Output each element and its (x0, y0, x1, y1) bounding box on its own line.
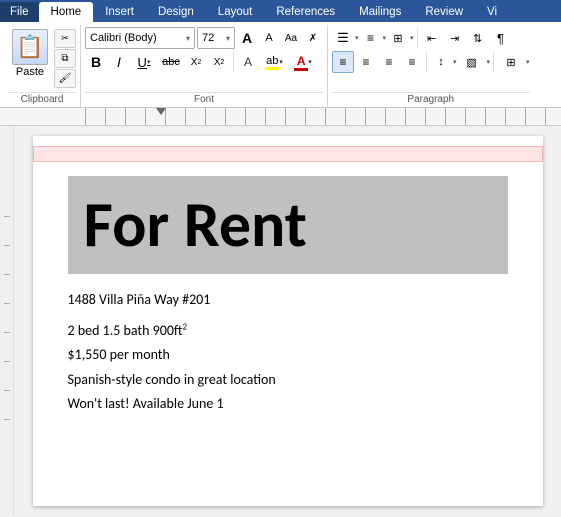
clipboard-group: 📋 Paste ✂ ⧉ 🖌 Clipboard (4, 25, 81, 107)
subscript-button[interactable]: X2 (185, 51, 207, 73)
font-color-button[interactable]: A ▾ (289, 51, 317, 73)
clipboard-label: Clipboard (8, 92, 76, 105)
font-size-value: 72 (202, 32, 214, 44)
justify-button[interactable]: ≡ (401, 51, 423, 73)
strikethrough-button[interactable]: abc (158, 51, 184, 73)
for-rent-box: For Rent (68, 176, 508, 274)
margin-mark (4, 361, 10, 362)
pink-header-bar (33, 146, 543, 162)
bullets-button[interactable]: ☰ (332, 27, 354, 49)
tab-review[interactable]: Review (413, 2, 475, 22)
format-painter-icon: 🖌 (59, 73, 72, 84)
italic-button[interactable]: I (108, 51, 130, 73)
ribbon: 📋 Paste ✂ ⧉ 🖌 Clipboard Calibri (Bo (0, 22, 561, 108)
page-wrapper: For Rent 1488 Villa Piña Way #201 2 bed … (14, 126, 561, 516)
shading-button[interactable]: ▧ (458, 51, 486, 73)
copy-button[interactable]: ⧉ (54, 49, 76, 68)
grow-font-button[interactable]: A (237, 27, 257, 49)
margin-mark (4, 390, 10, 391)
margin-mark (4, 216, 10, 217)
margin-mark (4, 332, 10, 333)
borders-button[interactable]: ⊞ (497, 51, 525, 73)
font-size-selector[interactable]: 72 ▾ (197, 27, 235, 49)
tab-file[interactable]: File (0, 2, 39, 22)
tab-layout[interactable]: Layout (206, 2, 265, 22)
tab-mailings[interactable]: Mailings (347, 2, 413, 22)
line-spacing-button[interactable]: ↕ (430, 51, 452, 73)
font-name-selector[interactable]: Calibri (Body) ▾ (85, 27, 195, 49)
ruler (0, 108, 561, 126)
paragraph-label: Paragraph (332, 92, 530, 105)
tab-bar: File Home Insert Design Layout Reference… (0, 0, 561, 22)
address-line: 1488 Villa Piña Way #201 (68, 288, 508, 313)
margin-mark (4, 419, 10, 420)
tab-references[interactable]: References (264, 2, 347, 22)
clear-formatting-button[interactable]: ✗ (303, 27, 323, 49)
font-name-dropdown-arrow: ▾ (186, 34, 190, 43)
property-details: 1488 Villa Piña Way #201 2 bed 1.5 bath … (68, 288, 508, 417)
highlight-color-button[interactable]: ab ▾ (260, 51, 288, 73)
shrink-font-button[interactable]: A (259, 27, 279, 49)
left-sidebar (0, 126, 14, 516)
margin-mark (4, 245, 10, 246)
numbering-button[interactable]: ≡ (360, 27, 382, 49)
change-case-button[interactable]: Aa (281, 27, 301, 49)
align-right-button[interactable]: ≡ (378, 51, 400, 73)
bold-button[interactable]: B (85, 51, 107, 73)
paragraph-group: ☰ ▾ ≡ ▾ ⊞ ▾ ⇤ ⇥ ⇅ ¶ ≡ ≡ ≡ ≡ ↕ ▾ ▧ (328, 25, 534, 107)
paste-label: Paste (16, 66, 44, 78)
font-size-dropdown-arrow: ▾ (226, 34, 230, 43)
tab-design[interactable]: Design (146, 2, 206, 22)
tab-home[interactable]: Home (39, 2, 94, 22)
margin-mark (4, 303, 10, 304)
align-center-button[interactable]: ≡ (355, 51, 377, 73)
font-name-value: Calibri (Body) (90, 32, 157, 44)
text-effects-button[interactable]: A (237, 51, 259, 73)
decrease-indent-button[interactable]: ⇤ (421, 27, 443, 49)
font-label: Font (85, 92, 323, 105)
margin-mark (4, 274, 10, 275)
increase-indent-button[interactable]: ⇥ (444, 27, 466, 49)
sort-button[interactable]: ⇅ (467, 27, 489, 49)
superscript-2: 2 (183, 321, 188, 332)
cut-button[interactable]: ✂ (54, 29, 76, 48)
tab-insert[interactable]: Insert (93, 2, 146, 22)
tab-view[interactable]: Vi (475, 2, 509, 22)
multilevel-list-button[interactable]: ⊞ (387, 27, 409, 49)
for-rent-heading: For Rent (84, 190, 492, 260)
format-painter-button[interactable]: 🖌 (54, 69, 76, 88)
document-wrapper: For Rent 1488 Villa Piña Way #201 2 bed … (0, 126, 561, 516)
specs-line: 2 bed 1.5 bath 900ft2 (68, 319, 508, 344)
align-left-button[interactable]: ≡ (332, 51, 354, 73)
underline-button[interactable]: U ▾ (131, 51, 157, 73)
price-line: $1,550 per month (68, 343, 508, 368)
font-group: Calibri (Body) ▾ 72 ▾ A A Aa ✗ B I U ▾ (81, 25, 328, 107)
document-page: For Rent 1488 Villa Piña Way #201 2 bed … (33, 136, 543, 506)
description-line-2: Won't last! Available June 1 (68, 392, 508, 417)
superscript-button[interactable]: X2 (208, 51, 230, 73)
cut-icon: ✂ (61, 33, 69, 44)
show-hide-button[interactable]: ¶ (490, 27, 512, 49)
description-line-1: Spanish-style condo in great location (68, 368, 508, 393)
copy-icon: ⧉ (61, 53, 68, 64)
paste-button[interactable]: 📋 Paste (8, 27, 52, 80)
